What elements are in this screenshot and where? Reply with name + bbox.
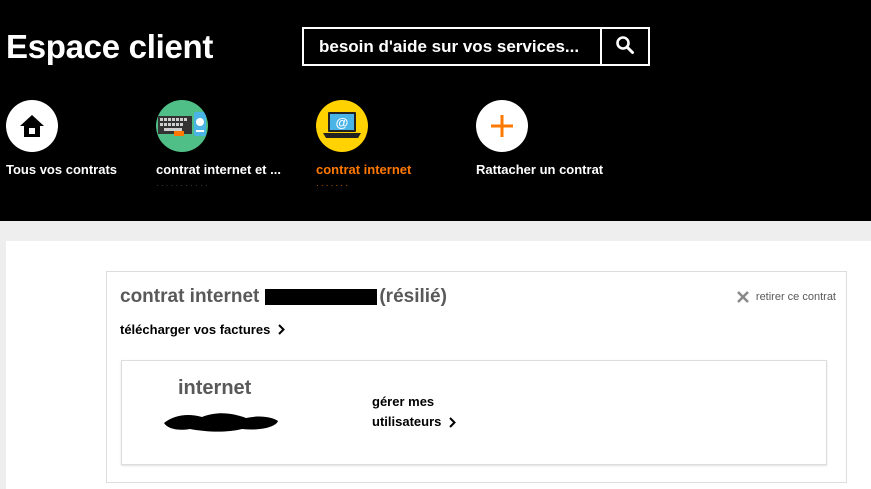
manage-users-link[interactable]: gérer mes utilisateurs (372, 392, 457, 432)
contract-label: Rattacher un contrat (476, 162, 604, 177)
search-icon (615, 35, 635, 58)
close-icon (736, 291, 749, 303)
manage-users-label-2: utilisateurs (372, 414, 442, 429)
contract-card: contrat internet (résilié) retirer ce co… (106, 271, 847, 483)
page-title: Espace client (6, 28, 214, 65)
contract-item-internet-bundle[interactable]: contrat internet et ... · · · · · · · · … (156, 100, 306, 190)
contract-sub-redacted: · · · · · · · · · · · (156, 181, 208, 190)
search-input[interactable] (304, 29, 600, 64)
service-panel: internet gérer mes utilisateurs (121, 360, 827, 465)
svg-text:@: @ (336, 115, 349, 130)
contract-item-all[interactable]: Tous vos contrats (6, 100, 156, 177)
contract-status: (résilié) (379, 286, 447, 307)
chevron-right-icon (449, 416, 457, 428)
keyboard-phone-icon (156, 100, 208, 152)
contract-label: contrat internet et ... (156, 162, 281, 177)
download-invoices-label: télécharger vos factures (120, 322, 271, 337)
service-name: internet (178, 377, 252, 399)
download-invoices-link[interactable]: télécharger vos factures (120, 322, 286, 337)
contract-item-attach[interactable]: Rattacher un contrat (476, 100, 626, 177)
contract-title-prefix: contrat internet (120, 286, 260, 307)
plus-icon (476, 100, 528, 152)
contract-label: contrat internet (316, 162, 412, 177)
contract-sub-redacted: · · · · · · · (316, 181, 348, 190)
contract-selector: Tous vos contrats contrat internet et ..… (0, 100, 871, 210)
redacted-contract-id (265, 289, 378, 305)
remove-contract-label: retirer ce contrat (755, 291, 836, 303)
laptop-email-icon: @ (316, 100, 368, 152)
search-button[interactable] (600, 29, 648, 64)
manage-users-label-1: gérer mes (372, 394, 435, 409)
home-icon (6, 100, 58, 152)
redacted-service-id (164, 413, 278, 432)
main-content: contrat internet (résilié) retirer ce co… (6, 241, 871, 489)
chevron-right-icon (278, 324, 286, 335)
contract-title: contrat internet (résilié) (120, 286, 447, 308)
remove-contract-link[interactable]: retirer ce contrat (736, 290, 836, 304)
header: Espace client Tous vos contrats (0, 0, 871, 221)
search-bar (302, 27, 650, 66)
contract-item-internet[interactable]: @ contrat internet · · · · · · · (316, 100, 466, 190)
contract-label: Tous vos contrats (6, 162, 118, 177)
manage-users-line2: utilisateurs (372, 412, 457, 432)
